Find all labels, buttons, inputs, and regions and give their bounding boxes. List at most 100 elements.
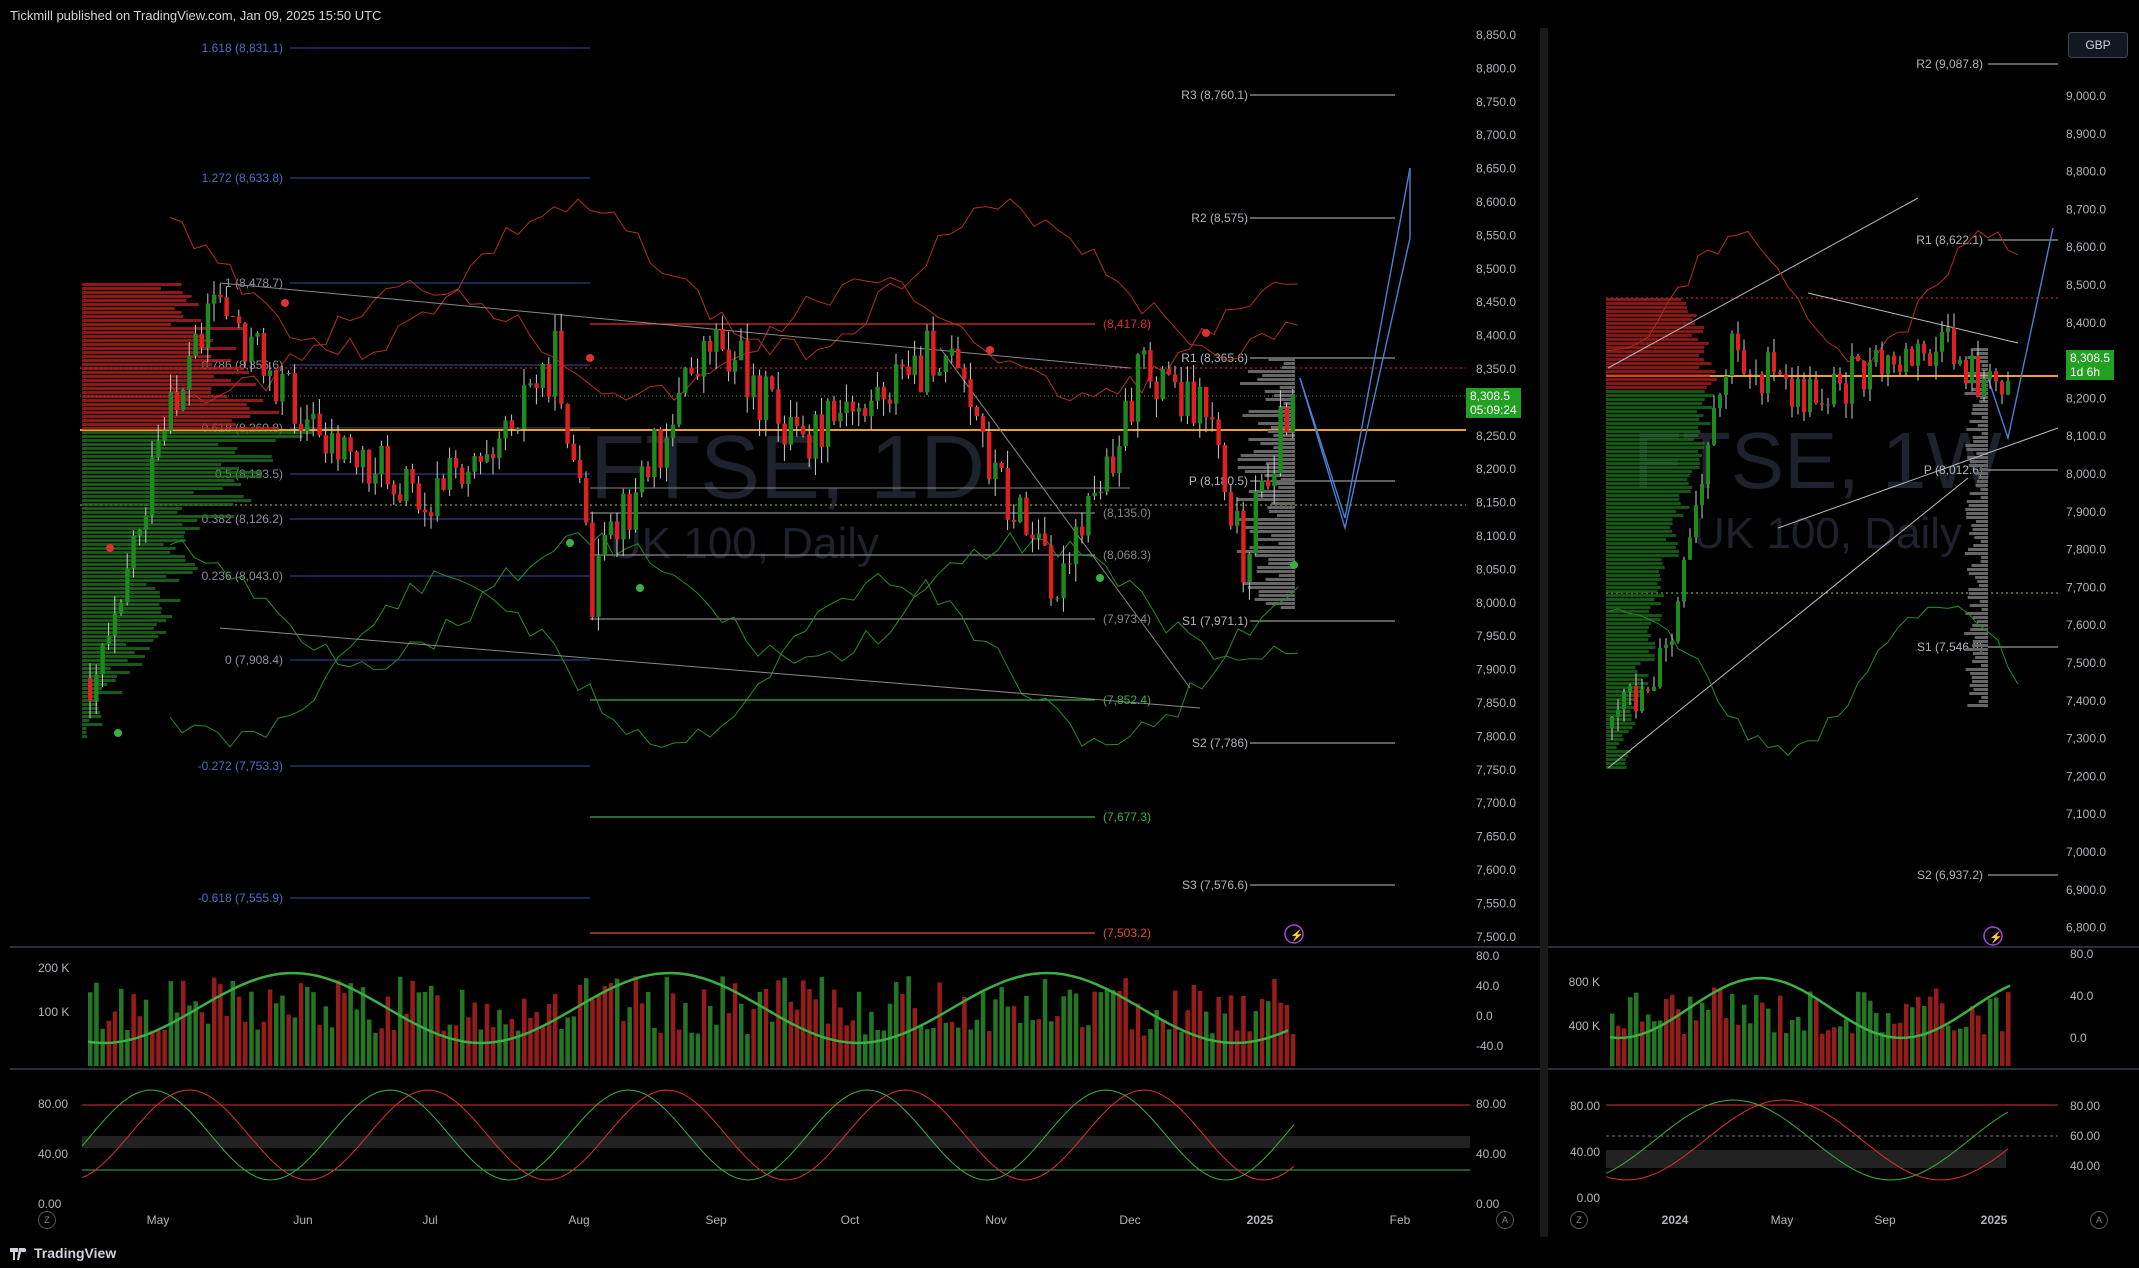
left-auto-scale-button[interactable]: A (1496, 1211, 1514, 1229)
volume-bar (1802, 1030, 1807, 1066)
price-axis-label: 8,400.0 (2066, 316, 2106, 330)
candle-body (1922, 343, 1926, 354)
volume-profile-bar (82, 543, 164, 546)
volume-profile-bar (1606, 594, 1664, 597)
osc-axis-label: -40.0 (1476, 1039, 1504, 1053)
session-profile-bar (1968, 504, 1988, 507)
candle-body (726, 349, 731, 372)
candle-body (993, 462, 998, 480)
volume-bar (894, 982, 899, 1066)
volume-profile-bar (1606, 518, 1673, 521)
left-price-pane[interactable]: 8,850.0 8,800.0 8,750.0 8,700.0 8,650.0 8,600… (10, 28, 1540, 946)
price-axis-label: 8,600.0 (1476, 195, 1516, 209)
volume-bar (1646, 1014, 1651, 1066)
volume-profile-bar (1606, 658, 1655, 661)
session-profile-bar (1973, 440, 1988, 443)
volume-bar (794, 1009, 800, 1066)
candle-body (540, 364, 545, 388)
volume-bar (1024, 995, 1029, 1066)
session-profile-bar (1257, 566, 1295, 569)
volume-profile-bar (1606, 462, 1701, 465)
right-stoch-pane[interactable]: 80.00 40.00 0.00 80.00 60.00 40.00 2024 May Sep 2… (1548, 1070, 2139, 1237)
volume-profile-bar (82, 371, 250, 374)
candle-body (732, 360, 738, 372)
volume-bar (1892, 1023, 1897, 1066)
stoch-axis-left-label: 0.00 (38, 1197, 62, 1211)
price-axis-label: 8,100.0 (1476, 529, 1516, 543)
volume-bar (255, 1029, 260, 1066)
candle-body (1808, 379, 1812, 413)
candle-body (1259, 480, 1265, 492)
session-profile-bar (1257, 378, 1295, 381)
volume-profile-bar (82, 471, 262, 474)
left-reset-zoom-button[interactable]: Z (38, 1211, 56, 1229)
left-stoch-pane[interactable]: 80.00 40.00 0.00 80.00 40.00 0.00 May Jun Jul Aug… (10, 1070, 1540, 1237)
signal-dot (1202, 329, 1210, 337)
volume-bar (2000, 1031, 2005, 1066)
volume-profile-bar (1606, 758, 1626, 761)
candle-body (174, 392, 180, 411)
candle-body (360, 449, 366, 468)
pivot-label: R3 (8,760.1) (1181, 88, 1248, 102)
volume-profile-bar (1606, 706, 1638, 709)
session-profile-bar (1972, 652, 1988, 655)
candle-body (119, 602, 124, 614)
currency-button[interactable]: GBP (2068, 32, 2128, 58)
right-reset-zoom-button[interactable]: Z (1570, 1211, 1588, 1229)
fib-label: 0 (7,908.4) (225, 653, 283, 667)
candle-body (354, 451, 359, 468)
candle-body (1640, 689, 1644, 712)
candle-body (1173, 374, 1178, 383)
session-profile-bar (1975, 576, 1988, 579)
volume-bar (2006, 992, 2011, 1066)
candle-body (801, 425, 806, 435)
volume-bar (757, 991, 763, 1066)
volume-profile-bar (1606, 526, 1670, 529)
volume-profile-bar (1606, 698, 1637, 701)
volume-bar (1197, 990, 1203, 1066)
session-profile-bar (1278, 486, 1295, 489)
session-profile-bar (1277, 514, 1295, 517)
left-volume-pane[interactable]: 200 K 100 K 80.0 40.0 0.0 -40.0 (10, 948, 1540, 1068)
trendline (219, 627, 1201, 709)
vertical-split[interactable] (1540, 28, 1548, 1237)
volume-profile-bar (1606, 642, 1656, 645)
signal-dot (1290, 561, 1298, 569)
volume-profile-bar (1606, 430, 1701, 433)
candle-body (596, 555, 601, 617)
candle-body (670, 424, 676, 438)
session-profile-bar (1969, 492, 1988, 495)
price-axis-label: 7,100.0 (2066, 807, 2106, 821)
right-price-chart: 9,000.0 8,900.0 8,800.0 8,700.0 8,600.0 8,500… (1606, 57, 2106, 946)
candle-body (571, 443, 576, 461)
candle-body (453, 458, 459, 468)
volume-bar (1868, 1000, 1873, 1066)
right-price-pane[interactable]: 9,000.0 8,900.0 8,800.0 8,700.0 8,600.0 8,500… (1548, 28, 2139, 946)
session-profile-bar (1967, 704, 1988, 707)
candle-body (1784, 374, 1788, 379)
pivot-label: R2 (8,575) (1191, 211, 1248, 225)
candle-body (348, 437, 353, 452)
volume-profile-bar (1606, 654, 1655, 657)
right-volume-pane[interactable]: 800 K 400 K 80.0 40.0 0.0 (1548, 948, 2139, 1068)
time-axis-label: 2024 (1662, 1213, 1689, 1227)
right-auto-scale-button[interactable]: A (2090, 1211, 2108, 1229)
session-profile-bar (1247, 370, 1295, 373)
tradingview-logo[interactable]: TradingView (10, 1245, 116, 1261)
candle-body (1844, 383, 1848, 404)
stoch-axis-left-label: 80.00 (1570, 1099, 1600, 1113)
signal-dot (281, 299, 289, 307)
candle-body (1117, 446, 1122, 473)
time-axis-label: Dec (1119, 1213, 1140, 1227)
volume-bar (261, 1021, 267, 1066)
volume-bar (1664, 999, 1669, 1066)
volume-bar (602, 985, 608, 1066)
stoch-axis-right-label: 0.00 (1476, 1197, 1500, 1211)
volume-bar (677, 1029, 682, 1066)
session-profile-bar (1970, 460, 1988, 463)
session-profile-bar (1972, 404, 1988, 407)
volume-bar (1766, 1008, 1771, 1066)
volume-profile-bar (82, 571, 193, 574)
candle-body (317, 413, 322, 436)
volume-bar (714, 1024, 719, 1066)
